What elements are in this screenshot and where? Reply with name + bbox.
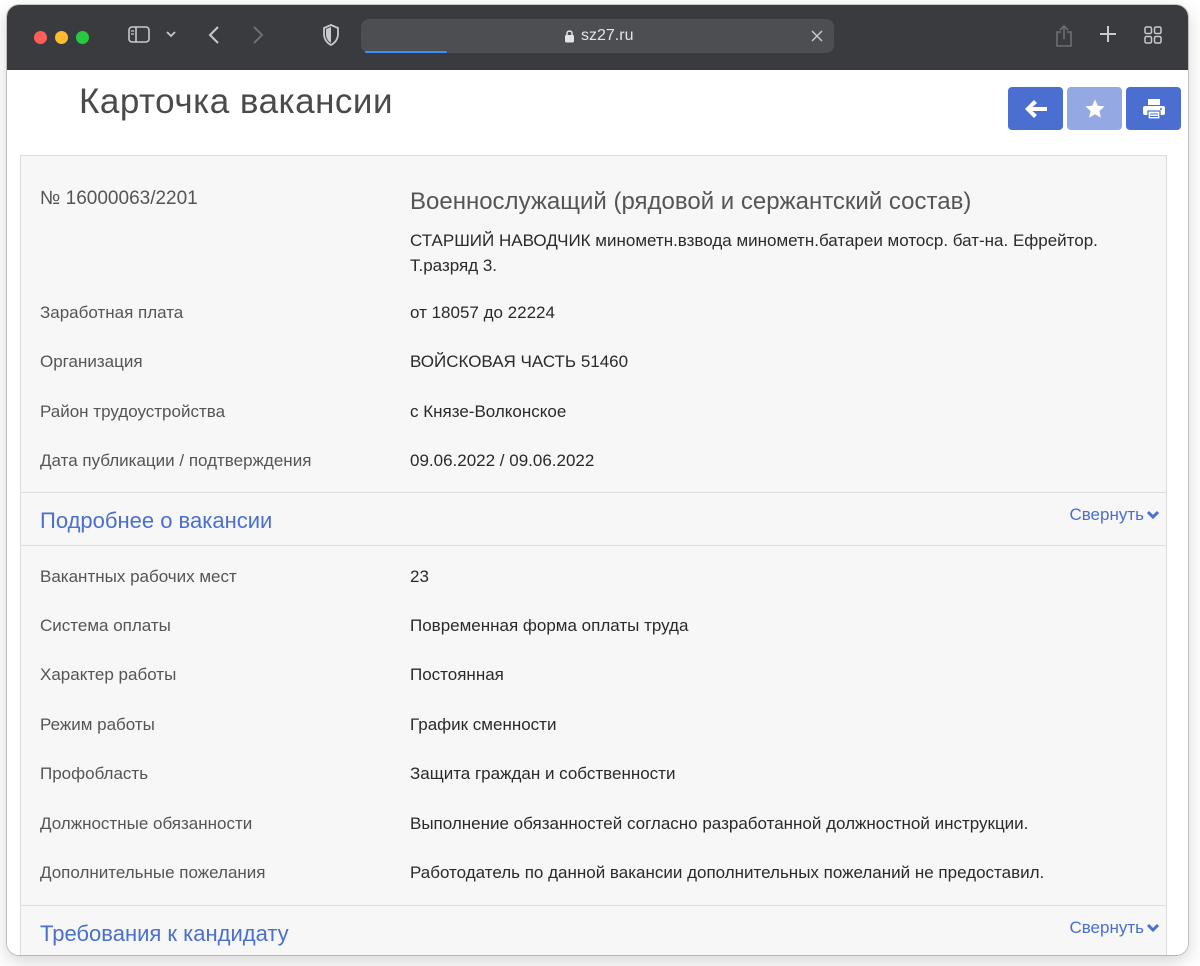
position-description-line: Т.разряд 3.: [410, 256, 498, 275]
details-collapse-toggle[interactable]: Свернуть: [1069, 505, 1160, 525]
vacancy-card: № 16000063/2201 Военнослужащий (рядовой …: [20, 155, 1167, 955]
new-tab-icon[interactable]: [1099, 25, 1117, 43]
salary-label: Заработная плата: [40, 303, 184, 322]
chevron-down-icon: [1146, 510, 1160, 520]
requirements-collapse-toggle[interactable]: Свернуть: [1069, 918, 1160, 938]
add-to-favorites-button[interactable]: [1067, 87, 1122, 130]
vacant-places-label: Вакантных рабочих мест: [40, 567, 237, 586]
print-button[interactable]: [1126, 87, 1181, 130]
organization-value: ВОЙСКОВАЯ ЧАСТЬ 51460: [410, 352, 629, 371]
printer-icon: [1142, 98, 1165, 120]
collapse-toggle-label: Свернуть: [1069, 918, 1144, 937]
star-icon: [1084, 98, 1105, 118]
share-icon[interactable]: [1055, 24, 1073, 48]
work-type-label: Характер работы: [40, 665, 177, 684]
position-description: СТАРШИЙ НАВОДЧИК минометн.взвода миномет…: [410, 228, 1140, 278]
salary-value: от 18057 до 22224: [410, 303, 555, 322]
browser-toolbar: sz27.ru: [7, 5, 1188, 70]
additional-wishes-label: Дополнительные пожелания: [40, 863, 266, 882]
shield-icon[interactable]: [322, 24, 340, 46]
details-section-header: Подробнее о вакансии Свернуть: [21, 492, 1166, 546]
chevron-down-icon[interactable]: [165, 28, 177, 40]
page-title: Карточка вакансии: [79, 82, 394, 121]
minimize-window-button[interactable]: [55, 31, 68, 44]
address-bar[interactable]: sz27.ru: [361, 19, 834, 53]
vacancy-number: № 16000063/2201: [40, 188, 198, 209]
chevron-down-icon: [1146, 923, 1160, 933]
work-schedule-label: Режим работы: [40, 715, 155, 734]
professional-area-value: Защита граждан и собственности: [410, 764, 676, 783]
payment-system-label: Система оплаты: [40, 616, 171, 635]
page-content: Карточка вакансии № 16000063/2201 Военно…: [7, 70, 1188, 955]
vacant-places-value: 23: [410, 567, 429, 586]
duties-label: Должностные обязанности: [40, 814, 253, 833]
professional-area-label: Профобласть: [40, 764, 149, 783]
tab-overview-icon[interactable]: [1144, 26, 1162, 44]
forward-arrow-icon[interactable]: [251, 25, 265, 45]
back-arrow-icon[interactable]: [207, 25, 221, 45]
additional-wishes-value: Работодатель по данной вакансии дополнит…: [410, 863, 1045, 882]
close-window-button[interactable]: [34, 31, 47, 44]
profession-title: Военнослужащий (рядовой и сержантский со…: [410, 188, 972, 215]
requirements-section-title: Требования к кандидату: [40, 921, 289, 946]
browser-window: sz27.ru Карточка вакансии № 16000063/220…: [7, 5, 1188, 955]
organization-label: Организация: [40, 352, 143, 371]
close-icon[interactable]: [811, 30, 823, 42]
url-text: sz27.ru: [581, 27, 634, 44]
page-load-progress: [365, 51, 447, 53]
zoom-window-button[interactable]: [76, 31, 89, 44]
publication-date-value: 09.06.2022 / 09.06.2022: [410, 451, 595, 470]
position-description-line: СТАРШИЙ НАВОДЧИК минометн.взвода миномет…: [410, 231, 1098, 250]
work-schedule-value: График сменности: [410, 715, 557, 734]
back-button[interactable]: [1008, 87, 1063, 130]
publication-date-label: Дата публикации / подтверждения: [40, 451, 312, 470]
work-type-value: Постоянная: [410, 665, 504, 684]
duties-value: Выполнение обязанностей согласно разрабо…: [410, 814, 1029, 833]
details-section-title: Подробнее о вакансии: [40, 508, 273, 533]
arrow-left-icon: [1024, 99, 1047, 118]
collapse-toggle-label: Свернуть: [1069, 505, 1144, 524]
payment-system-value: Повременная форма оплаты труда: [410, 616, 689, 635]
lock-icon: [565, 30, 574, 43]
district-label: Район трудоустройства: [40, 402, 226, 421]
district-value: с Князе-Волконское: [410, 402, 567, 421]
requirements-section-header: Требования к кандидату Свернуть: [21, 905, 1166, 955]
sidebar-toggle-icon[interactable]: [128, 26, 150, 43]
